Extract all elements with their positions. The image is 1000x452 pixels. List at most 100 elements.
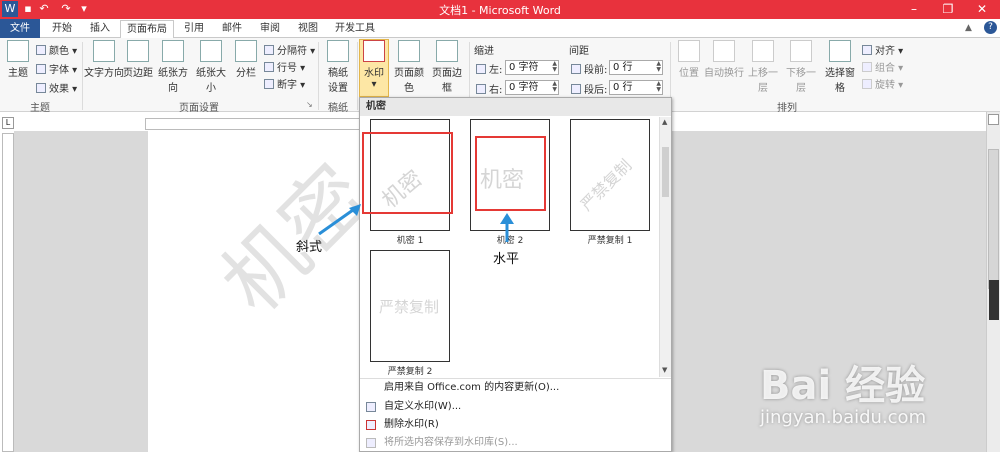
position-icon	[678, 40, 700, 62]
manuscript-icon	[327, 40, 349, 62]
themes-button[interactable]: 主题	[4, 40, 32, 79]
tab-page-layout[interactable]: 页面布局	[120, 20, 174, 39]
menu-save-to-gallery[interactable]: 将所选内容保存到水印库(S)...	[360, 434, 671, 452]
bring-forward-button[interactable]: 上移一层	[744, 40, 782, 94]
menu-custom-watermark[interactable]: 自定义水印(W)...	[360, 398, 671, 416]
scroll-up-icon[interactable]: ▲	[662, 118, 667, 126]
selection-pane-button[interactable]: 选择窗格	[821, 40, 859, 94]
theme-colors-label: 颜色	[49, 46, 69, 57]
text-direction-button[interactable]: 文字方向	[84, 40, 124, 79]
columns-button[interactable]: 分栏	[232, 40, 260, 79]
thumb-watermark-text: 严禁复制	[576, 155, 636, 215]
margins-icon	[127, 40, 149, 62]
watermark-button[interactable]: 水印 ▾	[359, 39, 389, 97]
page-borders-button[interactable]: 页面边框	[428, 40, 466, 94]
send-backward-button[interactable]: 下移一层	[782, 40, 820, 94]
spacing-before-spinner[interactable]: 0 行 ▲ ▼	[609, 60, 663, 75]
tab-references[interactable]: 引用	[176, 20, 212, 38]
watermark-icon	[363, 40, 385, 62]
tab-view[interactable]: 视图	[290, 20, 326, 38]
tab-review[interactable]: 审阅	[252, 20, 288, 38]
restore-icon[interactable]: ❐	[935, 0, 961, 19]
dialog-launcher-icon[interactable]: ↘	[306, 100, 313, 109]
spinner-arrows-icon[interactable]: ▲ ▼	[552, 61, 557, 73]
group-icon	[862, 62, 872, 72]
gallery-scrollbar[interactable]: ▲ ▼	[659, 117, 671, 377]
tab-file[interactable]: 文件	[0, 19, 40, 38]
themes-label: 主题	[8, 68, 28, 79]
thumb-caption: 机密 1	[396, 236, 424, 246]
group-divider	[318, 42, 319, 110]
help-icon[interactable]: ?	[984, 21, 997, 34]
indent-left-label: 左:	[476, 61, 502, 76]
spinner-arrows-icon[interactable]: ▲ ▼	[552, 81, 557, 93]
send-backward-icon	[790, 40, 812, 62]
effects-icon	[36, 83, 46, 93]
watermark-label: 水印	[364, 68, 384, 79]
scrollbar-thumb[interactable]	[988, 149, 999, 289]
align-icon	[862, 45, 872, 55]
wrap-text-label: 自动换行	[704, 68, 744, 79]
bring-forward-label: 上移一层	[748, 68, 778, 94]
rotate-button[interactable]: 旋转 ▾	[862, 76, 903, 91]
line-numbers-button[interactable]: 行号 ▾	[264, 59, 305, 74]
bring-forward-icon	[752, 40, 774, 62]
page-borders-label: 页面边框	[432, 68, 462, 94]
breaks-button[interactable]: 分隔符 ▾	[264, 42, 315, 57]
title-bar: W ▪ ↶ ↷ ▾ 文档1 - Microsoft Word – ❐ ✕	[0, 0, 1000, 19]
vertical-ruler[interactable]	[2, 133, 14, 452]
minimize-icon[interactable]: –	[901, 0, 927, 19]
collapse-ribbon-icon[interactable]: ▲	[965, 23, 972, 33]
theme-colors-button[interactable]: 颜色 ▾	[36, 42, 77, 57]
manuscript-label-1: 稿纸	[328, 68, 348, 79]
indent-left-text: 左:	[489, 65, 503, 76]
spacing-title: 间距	[569, 46, 589, 57]
indent-left-spinner[interactable]: 0 字符 ▲ ▼	[505, 60, 559, 75]
annotation-label-horizontal: 水平	[493, 252, 520, 267]
tab-home[interactable]: 开始	[44, 20, 80, 38]
indent-right-spinner[interactable]: 0 字符 ▲ ▼	[505, 80, 559, 95]
colors-icon	[36, 45, 46, 55]
tab-developer[interactable]: 开发工具	[328, 20, 382, 38]
position-button[interactable]: 位置	[674, 40, 704, 79]
theme-fonts-button[interactable]: 字体 ▾	[36, 61, 77, 76]
align-button[interactable]: 对齐 ▾	[862, 42, 903, 57]
tab-selector-icon[interactable]: L	[2, 117, 14, 129]
group-button[interactable]: 组合 ▾	[862, 59, 903, 74]
tab-mailings[interactable]: 邮件	[214, 20, 250, 38]
gallery-scroll-thumb[interactable]	[662, 147, 669, 197]
close-icon[interactable]: ✕	[969, 0, 995, 19]
margins-button[interactable]: 页边距	[122, 40, 154, 79]
orientation-button[interactable]: 纸张方向	[154, 40, 192, 94]
page-color-button[interactable]: 页面颜色	[390, 40, 428, 94]
group-label: 组合	[875, 63, 895, 74]
scroll-down-icon[interactable]: ▼	[662, 366, 667, 374]
gallery-section-header: 机密	[360, 98, 671, 116]
menu-remove-watermark[interactable]: 删除水印(R)	[360, 416, 671, 434]
text-direction-icon	[93, 40, 115, 62]
manuscript-settings-button[interactable]: 稿纸 设置	[322, 40, 354, 94]
spinner-arrows-icon[interactable]: ▲ ▼	[656, 81, 661, 93]
thumb-watermark-text: 严禁复制	[379, 298, 440, 316]
window-title: 文档1 - Microsoft Word	[439, 4, 561, 17]
paper-size-icon	[200, 40, 222, 62]
spinner-arrows-icon[interactable]: ▲ ▼	[656, 61, 661, 73]
theme-effects-button[interactable]: 效果 ▾	[36, 80, 77, 95]
thumb-caption: 严禁复制 2	[387, 367, 433, 377]
size-button[interactable]: 纸张大小	[192, 40, 230, 94]
watermark-thumb-no-copy-2[interactable]: 严禁复制	[370, 250, 450, 362]
watermark-thumb-no-copy-1[interactable]: 严禁复制	[570, 119, 650, 231]
tab-insert[interactable]: 插入	[82, 20, 118, 38]
group-divider	[82, 42, 83, 110]
orientation-label: 纸张方向	[158, 68, 188, 94]
spacing-after-spinner[interactable]: 0 行 ▲ ▼	[609, 80, 663, 95]
fonts-icon	[36, 64, 46, 74]
menu-remove-watermark-label: 删除水印(R)	[384, 419, 439, 430]
wrap-text-button[interactable]: 自动换行	[704, 40, 744, 79]
indent-right-text: 右:	[489, 85, 503, 96]
horizontal-ruler[interactable]	[145, 118, 360, 130]
menu-office-updates[interactable]: 启用来自 Office.com 的内容更新(O)...	[360, 379, 671, 397]
hyphenation-label: 断字	[277, 80, 297, 91]
hyphenation-button[interactable]: 断字 ▾	[264, 76, 305, 91]
ruler-toggle-icon[interactable]	[988, 114, 999, 125]
